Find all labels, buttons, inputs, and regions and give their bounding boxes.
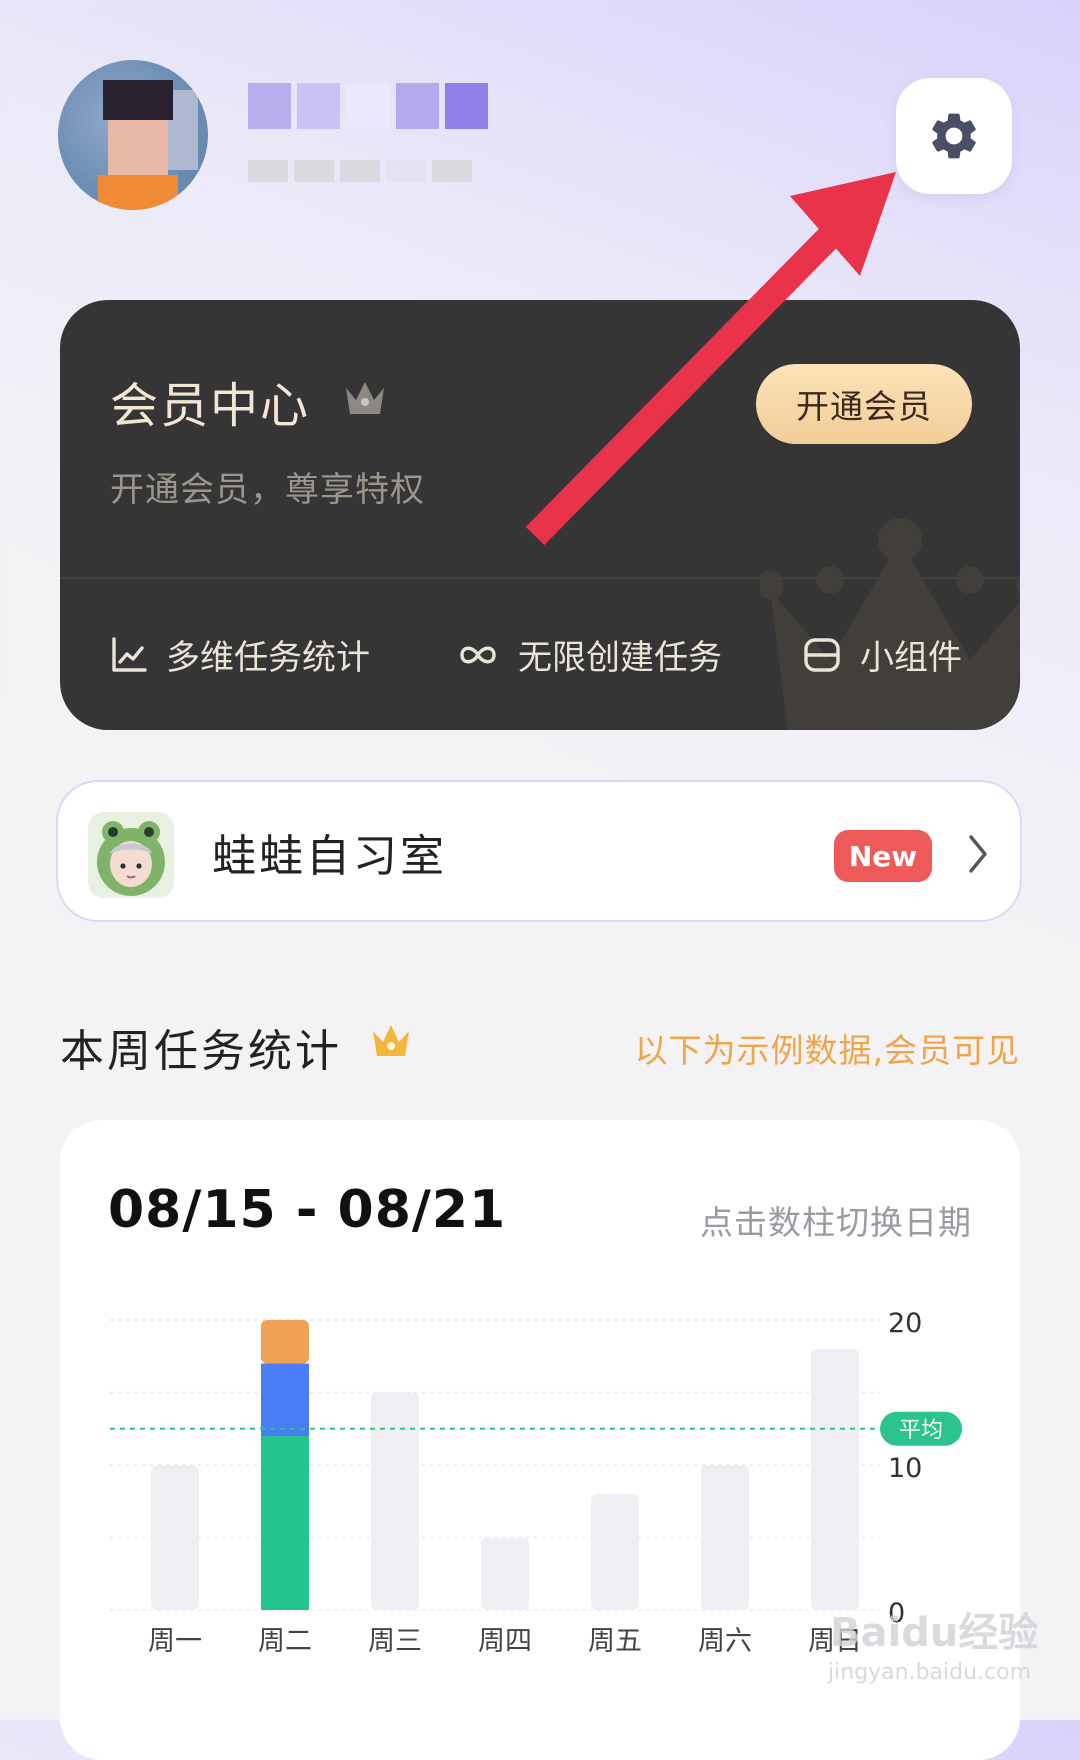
bar[interactable]: [591, 1494, 639, 1610]
bar-segment: [261, 1436, 309, 1610]
sample-data-note: 以下为示例数据,会员可见: [634, 1031, 1020, 1070]
feature-label: 多维任务统计: [166, 638, 370, 678]
avatar-pixel: [103, 80, 173, 120]
weekly-stats-title: 本周任务统计: [60, 1026, 342, 1077]
frog-avatar: [88, 812, 174, 898]
x-tick-label: 周四: [478, 1626, 532, 1657]
feature-unlimited-tasks[interactable]: 无限创建任务: [456, 630, 722, 679]
username-pixelated: [248, 78, 489, 134]
feature-widget[interactable]: 小组件: [802, 630, 962, 679]
avatar-pixel: [98, 175, 178, 210]
avatar[interactable]: [58, 60, 208, 210]
x-tick-label: 周三: [368, 1626, 422, 1657]
divider: [60, 577, 1020, 579]
settings-button[interactable]: [896, 78, 1012, 194]
crown-icon: [373, 1025, 409, 1056]
chevron-right-icon: [969, 835, 987, 873]
baidu-watermark-url: jingyan.baidu.com: [828, 1660, 1032, 1685]
x-tick-label: 周一: [148, 1626, 202, 1657]
infinity-icon: [460, 646, 496, 663]
bar-segment: [261, 1320, 309, 1364]
user-subtitle-pixelated: [248, 160, 478, 182]
gear-icon: [932, 113, 976, 159]
average-label: 平均: [899, 1418, 943, 1443]
bar[interactable]: [371, 1392, 419, 1611]
avatar-pixel: [108, 120, 168, 175]
bar[interactable]: [811, 1349, 859, 1610]
crown-icon: [346, 382, 384, 414]
bar[interactable]: [481, 1537, 529, 1611]
bar-segment: [261, 1363, 309, 1436]
line-chart-icon: [112, 636, 147, 672]
widget-icon: [804, 637, 840, 672]
open-membership-button[interactable]: 开通会员: [756, 364, 972, 444]
new-badge: New: [834, 830, 932, 882]
study-room-label: 蛙蛙自习室: [212, 831, 447, 882]
y-tick-label: 10: [888, 1453, 922, 1484]
baidu-watermark: Baidu经验: [830, 1610, 1039, 1656]
member-center-title: 会员中心: [110, 378, 311, 434]
member-center-card[interactable]: 会员中心 开通会员，尊享特权 开通会员 多维任务统计 无限创建任务 小组件: [60, 300, 1020, 730]
frog-character-icon: [97, 821, 165, 896]
member-center-subtitle: 开通会员，尊享特权: [110, 470, 425, 510]
feature-multidimensional-stats[interactable]: 多维任务统计: [110, 630, 370, 679]
crown-watermark-icon: [760, 518, 1020, 730]
x-tick-label: 周六: [698, 1626, 752, 1657]
y-tick-label: 20: [888, 1308, 922, 1339]
bar[interactable]: [151, 1465, 199, 1610]
x-tick-label: 周二: [258, 1626, 312, 1657]
bar[interactable]: [701, 1465, 749, 1610]
feature-label: 小组件: [860, 638, 962, 678]
study-room-entry[interactable]: 蛙蛙自习室 New: [56, 780, 1022, 922]
feature-label: 无限创建任务: [518, 638, 722, 678]
x-tick-label: 周五: [588, 1626, 642, 1657]
